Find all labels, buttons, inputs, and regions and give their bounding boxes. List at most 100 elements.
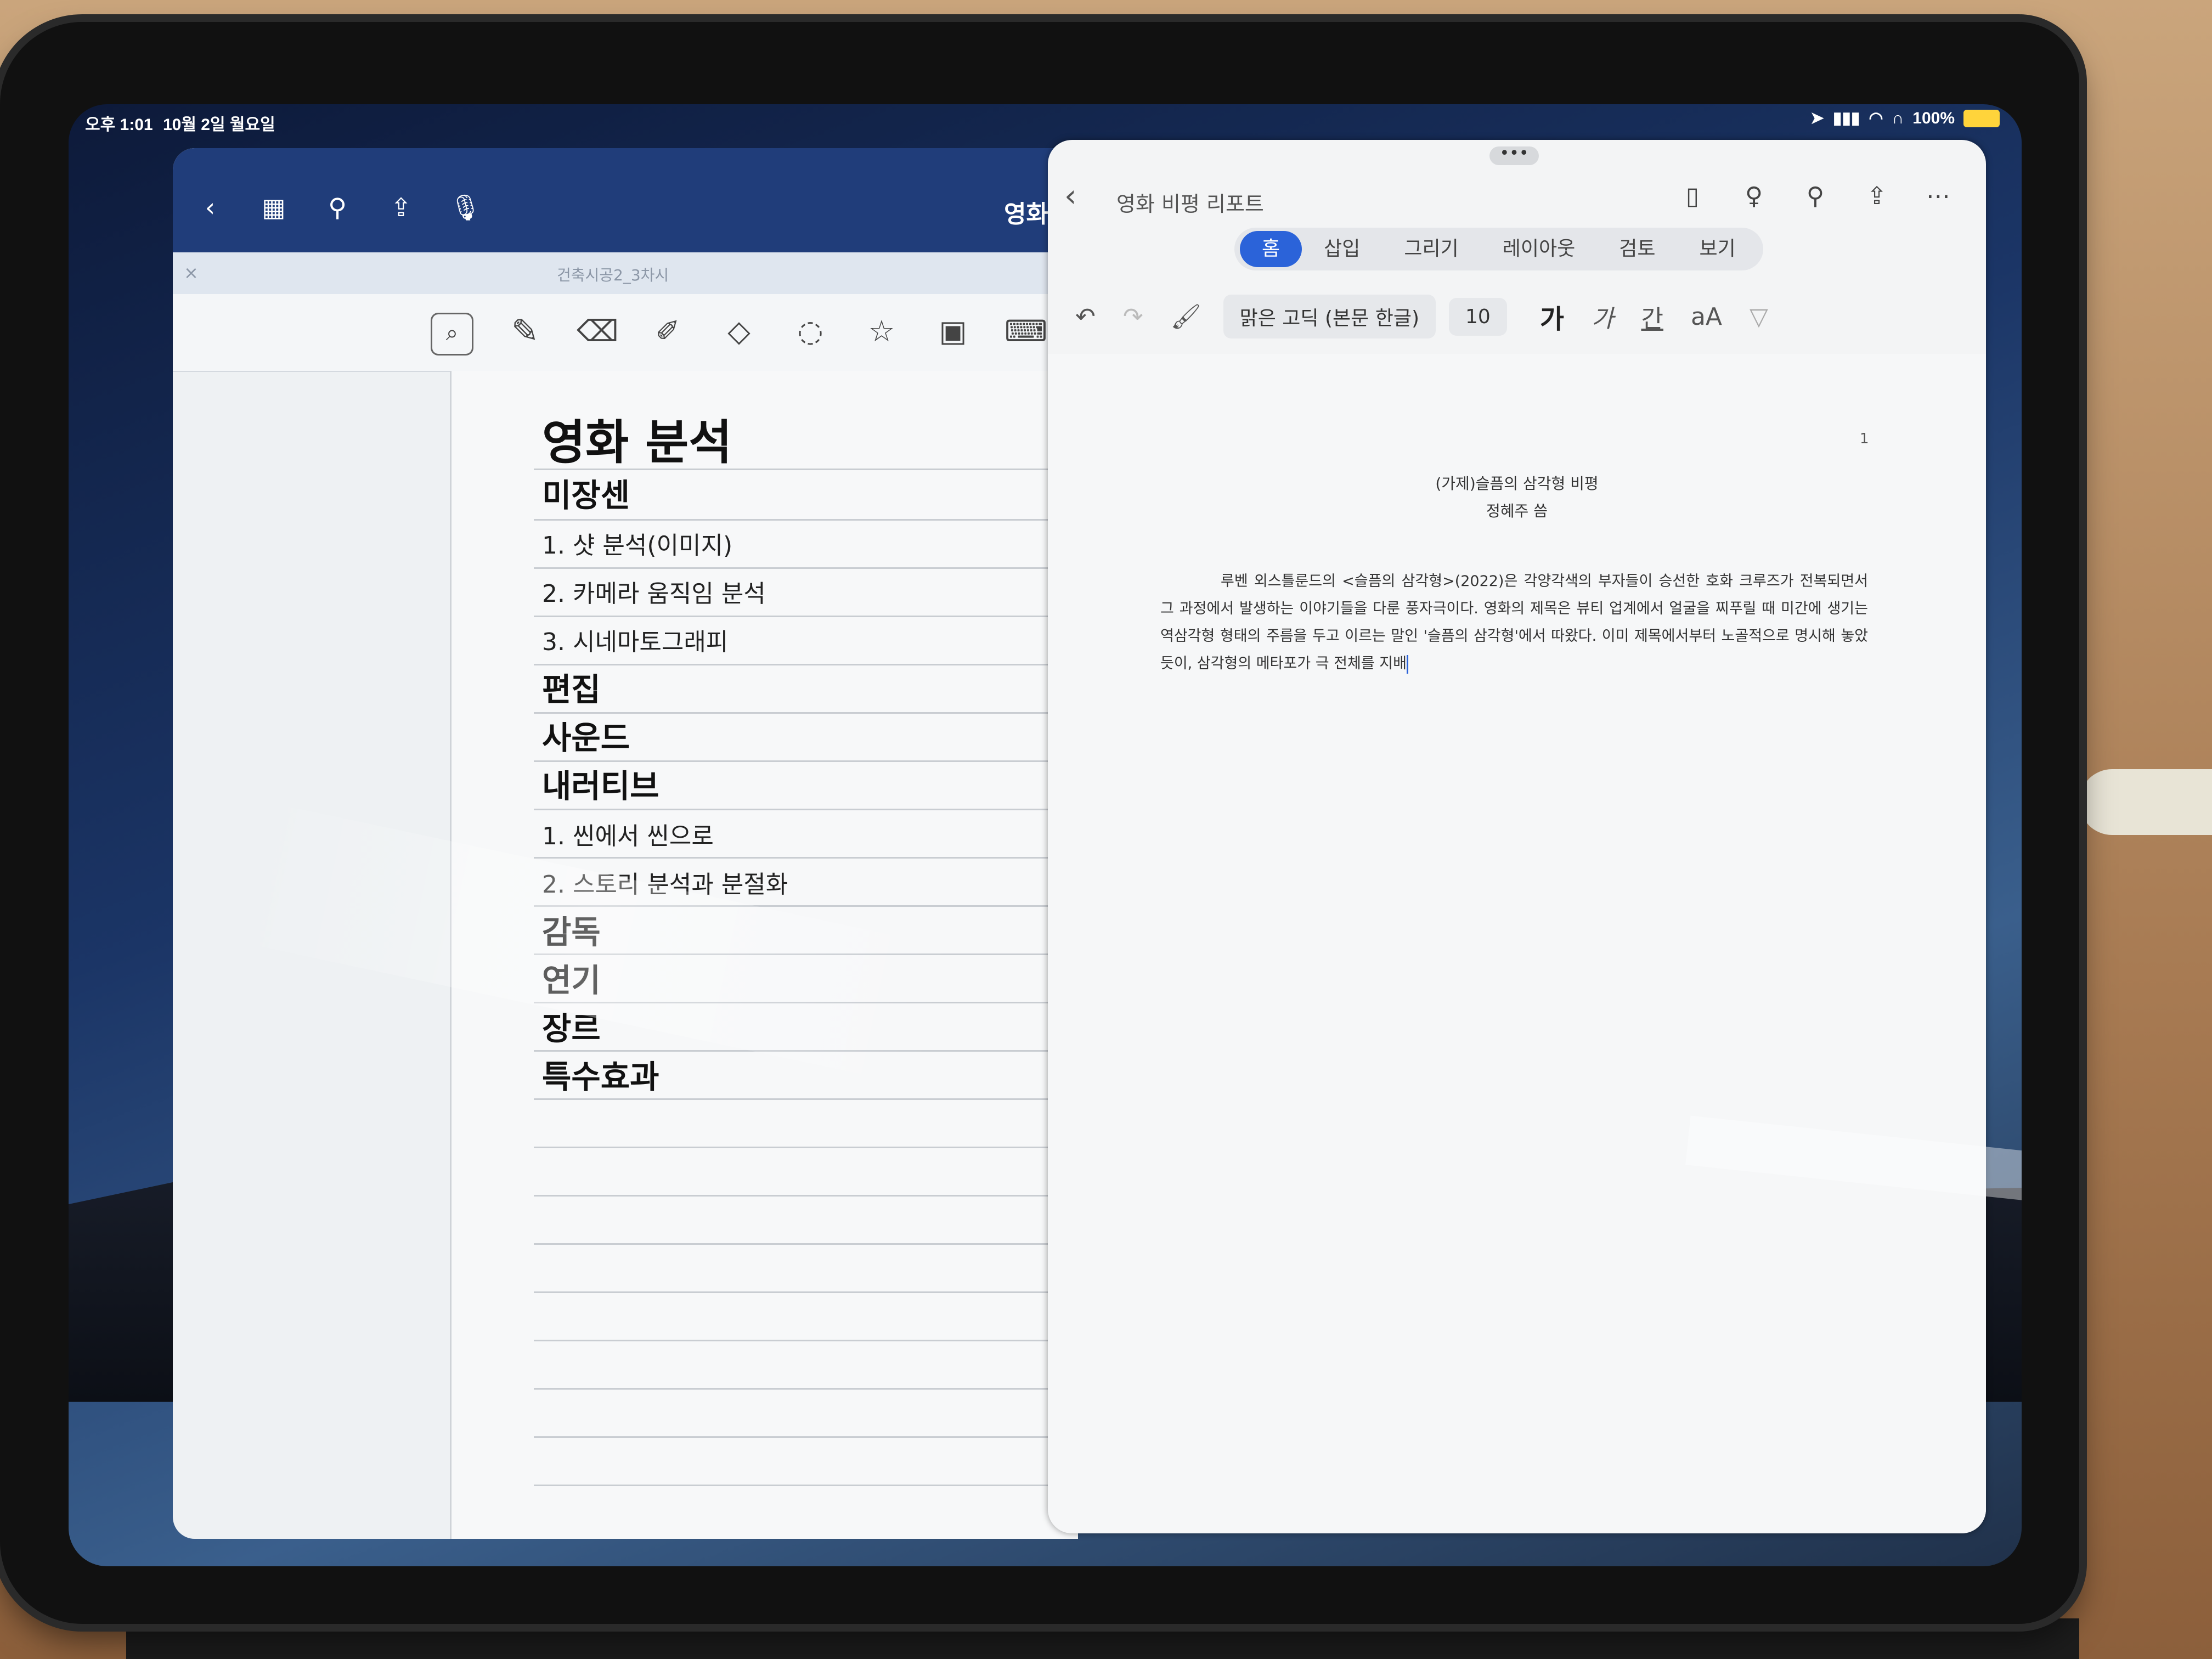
- note-heading: 영화 분석: [542, 415, 732, 470]
- notes-drawing-toolbar: ⌕ ✎ ⌫ ✐ ◇ ◌ ☆ ▣ ⌨: [173, 294, 1078, 372]
- document-page[interactable]: 1 (가제)슬픔의 삼각형 비평 정혜주 씀 루벤 외스틀룬드의 <슬픔의 삼각…: [1048, 354, 1986, 1533]
- note-subheading: 내러티브: [542, 768, 659, 805]
- charging-cable: [2079, 769, 2212, 835]
- highlight-icon[interactable]: ▽: [1750, 303, 1768, 331]
- tab-view[interactable]: 보기: [1677, 231, 1757, 267]
- text-case-button[interactable]: aA: [1691, 303, 1722, 331]
- ruled-line: [534, 857, 1078, 859]
- note-subheading: 연기: [542, 962, 601, 999]
- notes-app-window: ‹ ▦ ⚲ ⇪ 🎙 영화 × 건축시공2_3차시 ⌕ ✎ ⌫ ✐ ◇ ◌ ☆ ▣…: [173, 148, 1078, 1539]
- lasso-icon[interactable]: ◌: [791, 313, 830, 352]
- word-header-icons: ▯ ♀ ⚲ ⇪ ⋯: [1678, 182, 1953, 211]
- ruled-line: [534, 905, 1078, 907]
- ruled-line: [534, 953, 1078, 955]
- redo-icon[interactable]: ↷: [1123, 303, 1143, 331]
- tool-list: ⌕ ✎ ⌫ ✐ ◇ ◌ ☆ ▣ ⌨: [431, 313, 1047, 356]
- ipad-screen: 오후 1:01 10월 2일 월요일 ➤ ▮▮▮ ◠ ∩ 100% ‹ ▦ ⚲ …: [69, 104, 2022, 1566]
- word-document-title[interactable]: 영화 비평 리포트: [1116, 187, 1264, 217]
- note-list-item: 3. 시네마토그래피: [542, 628, 729, 656]
- word-app-window: ••• ‹ 영화 비평 리포트 ▯ ♀ ⚲ ⇪ ⋯ 홈 삽입 그리기 레이아웃 …: [1048, 140, 1986, 1533]
- back-icon[interactable]: ‹: [195, 192, 225, 223]
- ruled-line: [534, 519, 1078, 521]
- page-number: 1: [1860, 431, 1869, 447]
- format-toolbar: ↶ ↷ 🖌 맑은 고딕 (본문 한글) 10 가 가 간 aA ▽: [1048, 284, 1986, 349]
- pen-icon[interactable]: ✎: [505, 313, 545, 352]
- document-body-text: 루벤 외스틀룬드의 <슬픔의 삼각형>(2022)은 각양각색의 부자들이 승선…: [1160, 573, 1868, 672]
- note-list-item: 1. 샷 분석(이미지): [542, 532, 733, 560]
- tab-insert[interactable]: 삽입: [1302, 231, 1382, 267]
- share-icon[interactable]: ⇪: [386, 192, 416, 223]
- mic-icon[interactable]: 🎙: [449, 192, 481, 223]
- shapes-icon[interactable]: ◇: [719, 313, 759, 352]
- mobile-view-icon[interactable]: ▯: [1678, 182, 1707, 211]
- italic-button[interactable]: 가: [1592, 299, 1613, 334]
- ruled-line: [534, 1147, 1078, 1148]
- highlighter-icon[interactable]: ✐: [648, 313, 687, 352]
- word-header: ‹ 영화 비평 리포트 ▯ ♀ ⚲ ⇪ ⋯: [1048, 162, 1986, 228]
- note-subheading: 장르: [542, 1010, 601, 1047]
- search-icon[interactable]: ⚲: [1801, 182, 1830, 211]
- device-stand: [126, 1618, 2079, 1659]
- ruled-line: [534, 1436, 1078, 1438]
- tab-draw[interactable]: 그리기: [1382, 231, 1480, 267]
- format-painter-icon[interactable]: 🖌: [1171, 302, 1201, 331]
- status-time: 오후 1:01: [85, 116, 153, 134]
- ruled-line: [534, 1098, 1078, 1100]
- signal-icon: ▮▮▮: [1832, 109, 1860, 127]
- ruled-line: [534, 809, 1078, 810]
- font-name-select[interactable]: 맑은 고딕 (본문 한글): [1223, 295, 1436, 338]
- notes-tab[interactable]: 건축시공2_3차시: [557, 263, 669, 285]
- ruled-line: [534, 567, 1078, 569]
- ruled-line: [534, 1485, 1078, 1486]
- tab-layout[interactable]: 레이아웃: [1481, 231, 1597, 267]
- notes-paper[interactable]: 영화 분석 미장센 1. 샷 분석(이미지) 2. 카메라 움직임 분석 3. …: [450, 371, 1078, 1539]
- keyboard-icon[interactable]: ⌨: [1005, 313, 1047, 352]
- ribbon-tabs: 홈 삽입 그리기 레이아웃 검토 보기: [1234, 228, 1763, 270]
- ipad-bezel: 오후 1:01 10월 2일 월요일 ➤ ▮▮▮ ◠ ∩ 100% ‹ ▦ ⚲ …: [0, 22, 2079, 1624]
- document-author-line: 정혜주 씀: [1486, 502, 1548, 520]
- undo-icon[interactable]: ↶: [1075, 303, 1096, 331]
- location-icon: ➤: [1810, 109, 1824, 127]
- grid-icon[interactable]: ▦: [258, 192, 289, 223]
- note-subheading: 미장센: [542, 477, 630, 514]
- back-icon[interactable]: ‹: [1064, 178, 1076, 214]
- headphones-icon: ∩: [1892, 109, 1904, 127]
- ruled-line: [534, 1002, 1078, 1003]
- ruled-line: [534, 1388, 1078, 1390]
- note-subheading: 감독: [542, 913, 601, 951]
- ruled-line: [534, 1291, 1078, 1293]
- battery-percent: 100%: [1912, 109, 1955, 127]
- eraser-icon[interactable]: ⌫: [577, 313, 618, 352]
- lasso-zoom-icon[interactable]: ⌕: [431, 313, 473, 356]
- note-subheading: 특수효과: [542, 1058, 659, 1096]
- notes-document-title: 영화: [1004, 200, 1048, 228]
- document-body-paragraph[interactable]: 루벤 외스틀룬드의 <슬픔의 삼각형>(2022)은 각양각색의 부자들이 승선…: [1160, 568, 1868, 678]
- ruled-line: [534, 1340, 1078, 1341]
- share-icon[interactable]: ⇪: [1862, 182, 1892, 211]
- underline-button[interactable]: 간: [1641, 299, 1663, 334]
- battery-icon: [1963, 109, 2000, 127]
- ruled-line: [534, 1243, 1078, 1245]
- close-tab-icon[interactable]: ×: [184, 262, 199, 283]
- notes-nav-icons: ‹ ▦ ⚲ ⇪ 🎙: [195, 192, 482, 223]
- image-icon[interactable]: ▣: [933, 313, 973, 352]
- note-list-item: 2. 카메라 움직임 분석: [542, 580, 766, 608]
- tab-home[interactable]: 홈: [1240, 231, 1302, 267]
- document-title-line: (가제)슬픔의 삼각형 비평: [1435, 475, 1599, 493]
- more-icon[interactable]: ⋯: [1923, 182, 1953, 211]
- sticker-icon[interactable]: ☆: [862, 313, 901, 352]
- notes-tab-bar: × 건축시공2_3차시: [173, 252, 1078, 294]
- note-subheading: 사운드: [542, 719, 630, 757]
- note-list-item: 2. 스토리 분석과 분절화: [542, 871, 788, 899]
- font-size-select[interactable]: 10: [1449, 297, 1507, 336]
- lightbulb-icon[interactable]: ♀: [1739, 182, 1769, 211]
- notes-top-bar: ‹ ▦ ⚲ ⇪ 🎙 영화: [173, 148, 1078, 252]
- ruled-line: [534, 616, 1078, 617]
- ruled-line: [534, 1195, 1078, 1197]
- note-subheading: 편집: [542, 671, 601, 708]
- bold-button[interactable]: 가: [1540, 297, 1564, 336]
- status-date: 10월 2일 월요일: [163, 116, 275, 134]
- note-list-item: 1. 씬에서 씬으로: [542, 822, 714, 850]
- tab-review[interactable]: 검토: [1597, 231, 1677, 267]
- search-icon[interactable]: ⚲: [322, 192, 353, 223]
